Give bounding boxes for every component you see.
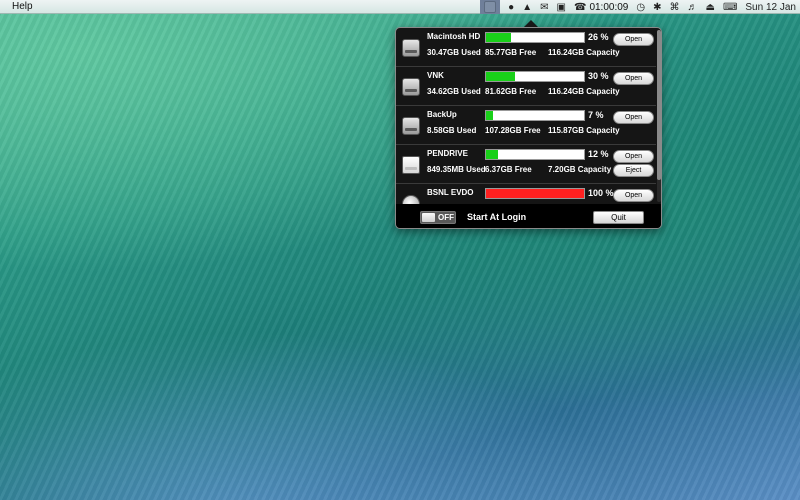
drive-used: 30.47GB Used	[427, 48, 481, 57]
drive-free: 81.62GB Free	[485, 87, 537, 96]
drive-free: 85.77GB Free	[485, 48, 537, 57]
drive-capacity: 116.24GB Capacity	[548, 48, 620, 57]
popup-footer: OFF Start At Login Quit	[396, 204, 661, 228]
usage-bar-fill	[486, 72, 516, 81]
quit-button[interactable]: Quit	[593, 211, 644, 224]
popup-arrow	[524, 20, 538, 27]
drive-row-vnk: VNK 34.62GB Used 30 % 81.62GB Free 116.2…	[396, 67, 656, 106]
usage-bar-fill	[486, 150, 498, 159]
drive-free: 6.37GB Free	[485, 165, 532, 174]
hard-disk-icon	[402, 117, 420, 135]
drive-sync-icon[interactable]: ▲	[522, 0, 532, 14]
timer-display[interactable]: 01:00:09	[589, 2, 628, 13]
drive-used: 34.62GB Used	[427, 87, 481, 96]
usage-bar	[485, 110, 585, 121]
phone-icon[interactable]: ☎	[574, 0, 586, 14]
usage-bar	[485, 32, 585, 43]
usage-bar-fill	[486, 111, 493, 120]
drive-name: Macintosh HD	[427, 32, 481, 41]
drive-capacity: 116.24GB Capacity	[548, 87, 620, 96]
usb-drive-icon	[402, 156, 420, 174]
usage-bar-fill	[486, 189, 584, 198]
date-display[interactable]: Sun 12 Jan	[745, 0, 796, 14]
wifi-icon[interactable]: ⌘	[670, 0, 680, 14]
mail-icon[interactable]: ✉	[540, 0, 548, 14]
time-machine-icon[interactable]: ◷	[636, 0, 645, 14]
status-tray: ● ▲ ✉ ▣ ☎ 01:00:09 ◷ ✱ ⌘ ♬ ⏏ ⌨ Sun 12 Ja…	[480, 0, 800, 14]
usage-percent: 26 %	[588, 32, 609, 42]
menu-help[interactable]: Help	[12, 1, 33, 12]
usage-percent: 12 %	[588, 149, 609, 159]
scrollbar[interactable]	[657, 30, 661, 202]
drive-used: 849.35MB Used	[427, 165, 486, 174]
disk-monitor-icon	[484, 1, 497, 13]
usage-bar	[485, 71, 585, 82]
drive-free: 107.28GB Free	[485, 126, 541, 135]
drive-name: PENDRIVE	[427, 149, 468, 158]
open-button[interactable]: Open	[613, 111, 654, 124]
toggle-state-label: OFF	[438, 213, 454, 222]
keyboard-icon[interactable]: ⌨	[723, 0, 737, 14]
open-button[interactable]: Open	[613, 33, 654, 46]
scrollbar-thumb[interactable]	[657, 30, 661, 180]
drive-capacity: 7.20GB Capacity	[548, 165, 612, 174]
usage-bar-fill	[486, 33, 512, 42]
start-at-login-toggle[interactable]: OFF	[420, 211, 456, 224]
start-at-login-label: Start At Login	[467, 212, 527, 222]
drive-name: BackUp	[427, 110, 457, 119]
open-button[interactable]: Open	[613, 72, 654, 85]
drive-row-backup: BackUp 8.58GB Used 7 % 107.28GB Free 115…	[396, 106, 656, 145]
usage-percent: 100 %	[588, 188, 614, 198]
toggle-knob	[422, 213, 435, 222]
disk-monitor-tray-button[interactable]	[480, 0, 501, 14]
bluetooth-icon[interactable]: ✱	[653, 0, 661, 14]
usage-percent: 7 %	[588, 110, 604, 120]
drive-row-pendrive: PENDRIVE 849.35MB Used 12 % 6.37GB Free …	[396, 145, 656, 184]
hard-disk-icon	[402, 78, 420, 96]
usage-bar	[485, 188, 585, 199]
disk-monitor-popup: Macintosh HD 30.47GB Used 26 % 85.77GB F…	[395, 27, 662, 229]
eject-icon[interactable]: ⏏	[706, 0, 715, 14]
drive-name: VNK	[427, 71, 444, 80]
airplay-icon[interactable]: ▣	[557, 0, 566, 14]
hard-disk-icon	[402, 39, 420, 57]
open-button[interactable]: Open	[613, 150, 654, 163]
paperclip-icon[interactable]: ●	[508, 0, 514, 14]
drive-row-macintosh-hd: Macintosh HD 30.47GB Used 26 % 85.77GB F…	[396, 28, 656, 67]
eject-button[interactable]: Eject	[613, 164, 654, 177]
drive-used: 8.58GB Used	[427, 126, 477, 135]
menu-bar: Help ● ▲ ✉ ▣ ☎ 01:00:09 ◷ ✱ ⌘ ♬ ⏏ ⌨ Sun …	[0, 0, 800, 14]
usage-percent: 30 %	[588, 71, 609, 81]
usage-bar	[485, 149, 585, 160]
open-button[interactable]: Open	[613, 189, 654, 202]
drive-capacity: 115.87GB Capacity	[548, 126, 620, 135]
volume-icon[interactable]: ♬	[688, 0, 698, 14]
drive-name: BSNL EVDO	[427, 188, 474, 197]
